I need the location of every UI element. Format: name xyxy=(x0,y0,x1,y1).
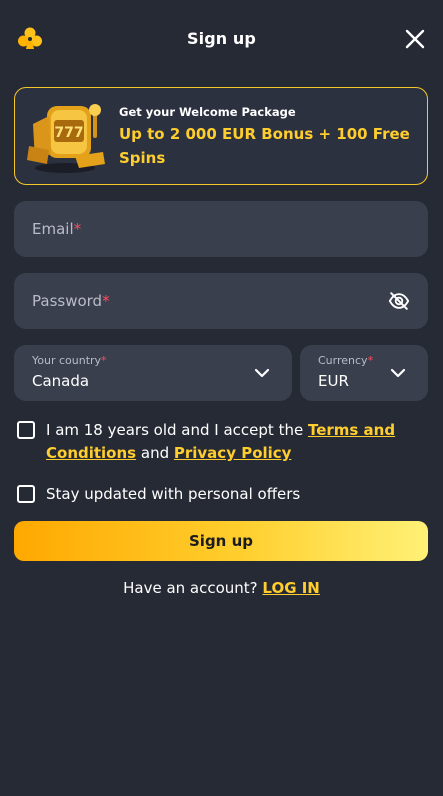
terms-checkbox[interactable] xyxy=(17,421,35,439)
password-placeholder: Password* xyxy=(32,292,110,310)
country-select[interactable]: Your country* Canada xyxy=(14,345,292,401)
signup-modal: Sign up 777 Get your Welcome Package Up … xyxy=(0,0,443,796)
currency-label: Currency* xyxy=(318,354,374,367)
promo-headline: Up to 2 000 EUR Bonus + 100 Free Spins xyxy=(119,125,410,167)
required-mark: * xyxy=(367,354,374,367)
have-account-prompt: Have an account? LOG IN xyxy=(123,579,320,597)
required-mark: * xyxy=(73,220,82,238)
offers-text: Stay updated with personal offers xyxy=(46,485,301,503)
terms-text: I am 18 years old and I accept the Terms… xyxy=(46,421,396,462)
eye-off-icon[interactable] xyxy=(388,290,410,312)
required-mark: * xyxy=(101,354,107,367)
email-placeholder: Email* xyxy=(32,220,82,238)
chevron-down-icon xyxy=(390,368,406,378)
svg-text:777: 777 xyxy=(54,125,83,141)
currency-value: EUR xyxy=(318,372,349,390)
offers-checkbox[interactable] xyxy=(17,485,35,503)
email-field[interactable]: Email* xyxy=(14,201,428,257)
welcome-package-banner: 777 Get your Welcome Package Up to 2 000… xyxy=(14,87,428,185)
country-value: Canada xyxy=(32,372,90,390)
close-icon[interactable] xyxy=(403,27,427,51)
modal-header: Sign up xyxy=(0,0,443,78)
sign-up-button[interactable]: Sign up xyxy=(14,521,428,561)
log-in-link[interactable]: LOG IN xyxy=(262,579,319,597)
page-title: Sign up xyxy=(187,29,256,48)
chevron-down-icon xyxy=(254,368,270,378)
country-label: Your country* xyxy=(32,354,107,367)
promo-subtitle: Get your Welcome Package xyxy=(119,105,296,119)
password-field[interactable]: Password* xyxy=(14,273,428,329)
privacy-policy-link[interactable]: Privacy Policy xyxy=(174,444,292,462)
golden-777-slot-machine-icon: 777 xyxy=(27,104,105,173)
currency-select[interactable]: Currency* EUR xyxy=(300,345,428,401)
required-mark: * xyxy=(102,292,110,310)
